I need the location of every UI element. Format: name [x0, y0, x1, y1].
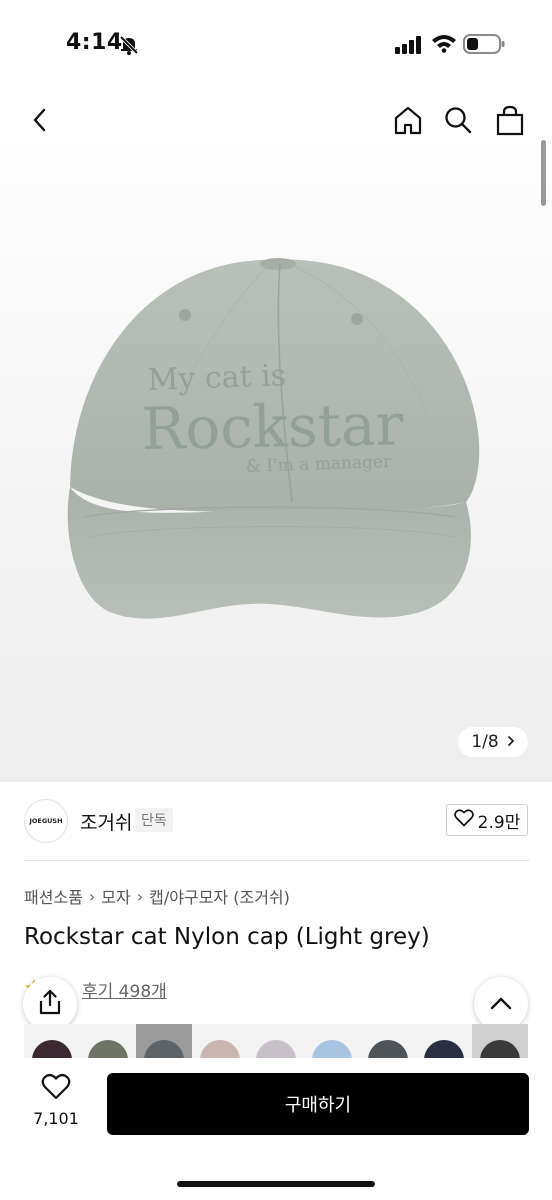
- brand-like-count: 2.9만: [477, 812, 521, 833]
- home-icon: [392, 104, 424, 140]
- color-options: [24, 1024, 528, 1058]
- cap-swatch: [88, 1040, 128, 1058]
- brand-name[interactable]: 조거쉬: [80, 808, 132, 835]
- search-icon: [443, 105, 473, 139]
- home-button[interactable]: [388, 102, 428, 142]
- cap-image: My cat is Rockstar & I'm a manager: [67, 258, 480, 619]
- chevron-right-icon: ›: [136, 886, 144, 906]
- search-button[interactable]: [438, 102, 478, 142]
- cap-swatch: [32, 1040, 72, 1058]
- share-icon: [38, 989, 62, 1019]
- cap-swatch: [200, 1040, 240, 1058]
- image-counter[interactable]: 1/8: [458, 727, 528, 757]
- heart-icon: [41, 1073, 71, 1105]
- color-option-thumbnail[interactable]: [192, 1024, 248, 1058]
- wifi-icon: [431, 33, 457, 57]
- review-count-link[interactable]: 후기 498개: [82, 977, 167, 1002]
- product-title: Rockstar cat Nylon cap (Light grey): [24, 924, 430, 950]
- brand-logo[interactable]: JOEGUSH: [24, 799, 68, 843]
- breadcrumb: 패션소품 › 모자 › 캡/야구모자 (조거쉬): [24, 884, 290, 908]
- cellular-signal-icon: [395, 36, 423, 58]
- exclusive-badge: 단독: [135, 808, 173, 832]
- bell-slash-icon: [118, 34, 140, 60]
- heart-icon: [453, 808, 474, 832]
- cap-swatch: [312, 1040, 352, 1058]
- chevron-left-icon: [29, 107, 51, 137]
- buy-button[interactable]: 구매하기: [107, 1073, 529, 1135]
- cap-swatch: [480, 1040, 520, 1058]
- color-option-thumbnail[interactable]: [248, 1024, 304, 1058]
- brand-like-button[interactable]: 2.9만: [446, 804, 528, 836]
- scrollbar-thumb[interactable]: [541, 140, 546, 206]
- breadcrumb-item[interactable]: 모자: [101, 884, 130, 908]
- scroll-top-button[interactable]: [474, 977, 528, 1031]
- image-counter-label: 1/8: [471, 732, 499, 752]
- back-button[interactable]: [20, 102, 60, 142]
- color-option-thumbnail[interactable]: [136, 1024, 192, 1058]
- cap-swatch: [144, 1040, 184, 1058]
- home-indicator: [177, 1181, 375, 1187]
- brand-logo-text: JOEGUSH: [29, 817, 63, 825]
- breadcrumb-item[interactable]: 캡/야구모자 (조거쉬): [149, 884, 290, 908]
- color-option-thumbnail[interactable]: [80, 1024, 136, 1058]
- wishlist-count: 7,101: [33, 1109, 79, 1128]
- status-time: 4:14: [66, 30, 123, 55]
- product-image-viewer[interactable]: My cat is Rockstar & I'm a manager: [0, 92, 552, 782]
- color-option-thumbnail[interactable]: [416, 1024, 472, 1058]
- chevron-right-icon: ›: [88, 886, 96, 906]
- chevron-up-icon: [490, 995, 512, 1014]
- cap-swatch: [368, 1040, 408, 1058]
- chevron-right-icon: [507, 732, 515, 752]
- cap-swatch: [256, 1040, 296, 1058]
- color-option-thumbnail[interactable]: [24, 1024, 80, 1058]
- cart-button[interactable]: [490, 102, 530, 142]
- shopping-bag-icon: [495, 104, 525, 140]
- wishlist-button[interactable]: 7,101: [28, 1073, 84, 1133]
- divider: [24, 860, 530, 861]
- color-option-thumbnail[interactable]: [304, 1024, 360, 1058]
- cap-swatch: [424, 1040, 464, 1058]
- share-button[interactable]: [23, 977, 77, 1031]
- color-option-thumbnail[interactable]: [472, 1024, 528, 1058]
- battery-icon: [463, 33, 505, 59]
- breadcrumb-item[interactable]: 패션소품: [24, 884, 83, 908]
- color-option-thumbnail[interactable]: [360, 1024, 416, 1058]
